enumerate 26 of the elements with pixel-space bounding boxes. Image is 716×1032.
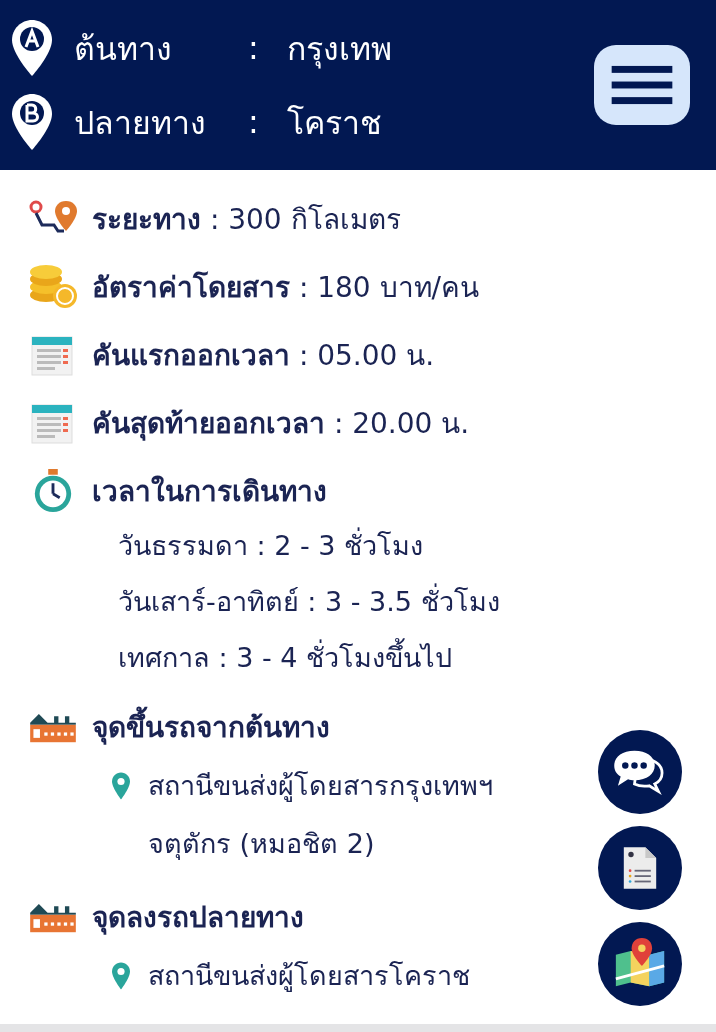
pin-a-icon [12, 20, 52, 76]
document-icon [622, 844, 658, 892]
menu-button[interactable] [594, 45, 690, 125]
station-name: สถานีขนส่งผู้โดยสารโคราช [148, 959, 470, 994]
station-name: สถานีขนส่งผู้โดยสารกรุงเทพฯ [148, 769, 493, 804]
pin-b-icon [12, 94, 52, 150]
route-value: กรุงเทพ [286, 28, 392, 71]
info-text: คันสุดท้ายออกเวลา : 20.00 น. [92, 406, 470, 443]
travel-time-text: วันเสาร์-อาทิตย์ : 3 - 3.5 ชั่วโมง [28, 574, 716, 630]
location-pin-icon [112, 962, 130, 990]
travel-time-text: วันธรรมดา : 2 - 3 ชั่วโมง [28, 518, 716, 574]
route-separator: : [247, 29, 260, 67]
route-label: ต้นทาง [74, 28, 173, 70]
station-name: จตุตักร (หมอชิต 2) [148, 827, 376, 862]
route-label: ปลายทาง [74, 102, 206, 144]
info-text: อัตราค่าโดยสาร : 180 บาท/คน [92, 270, 479, 306]
route-separator: : [247, 103, 260, 141]
location-pin-icon [112, 772, 130, 800]
travel-time-text: เทศกาล : 3 - 4 ชั่วโมงขึ้นไป [28, 630, 716, 686]
info-text: จุดขึ้นรถจากต้นทาง [92, 705, 330, 749]
info-text: จุดลงรถปลายทาง [92, 900, 304, 937]
info-text: ระยะทาง : 300 กิโลเมตร [92, 202, 401, 238]
route-value: โคราช [286, 102, 383, 144]
info-text: คันแรกออกเวลา : 05.00 น. [92, 338, 435, 374]
info-text: เวลาในการเดินทาง [92, 474, 327, 510]
coins-icon [28, 265, 78, 309]
